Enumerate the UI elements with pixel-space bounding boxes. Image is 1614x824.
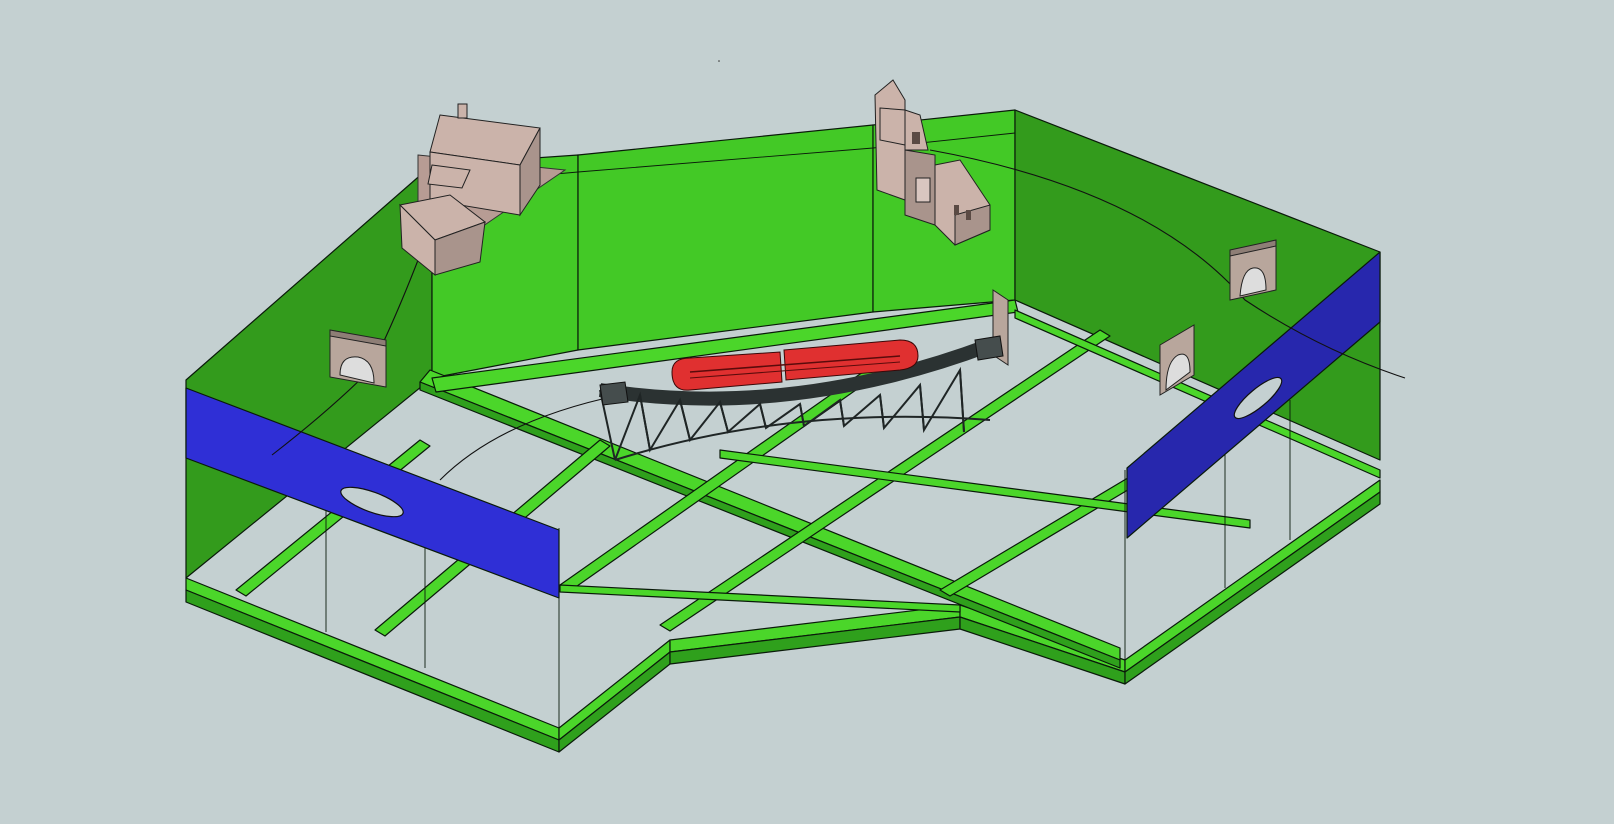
- model-canvas[interactable]: [0, 0, 1614, 824]
- church-window: [912, 132, 920, 144]
- marker-dot: [718, 60, 720, 62]
- church-door: [915, 177, 931, 203]
- 3d-viewport[interactable]: [0, 0, 1614, 824]
- tunnel-portal-left: [329, 329, 387, 388]
- tunnel-portal-right-back: [1229, 239, 1277, 301]
- chimney: [457, 103, 468, 119]
